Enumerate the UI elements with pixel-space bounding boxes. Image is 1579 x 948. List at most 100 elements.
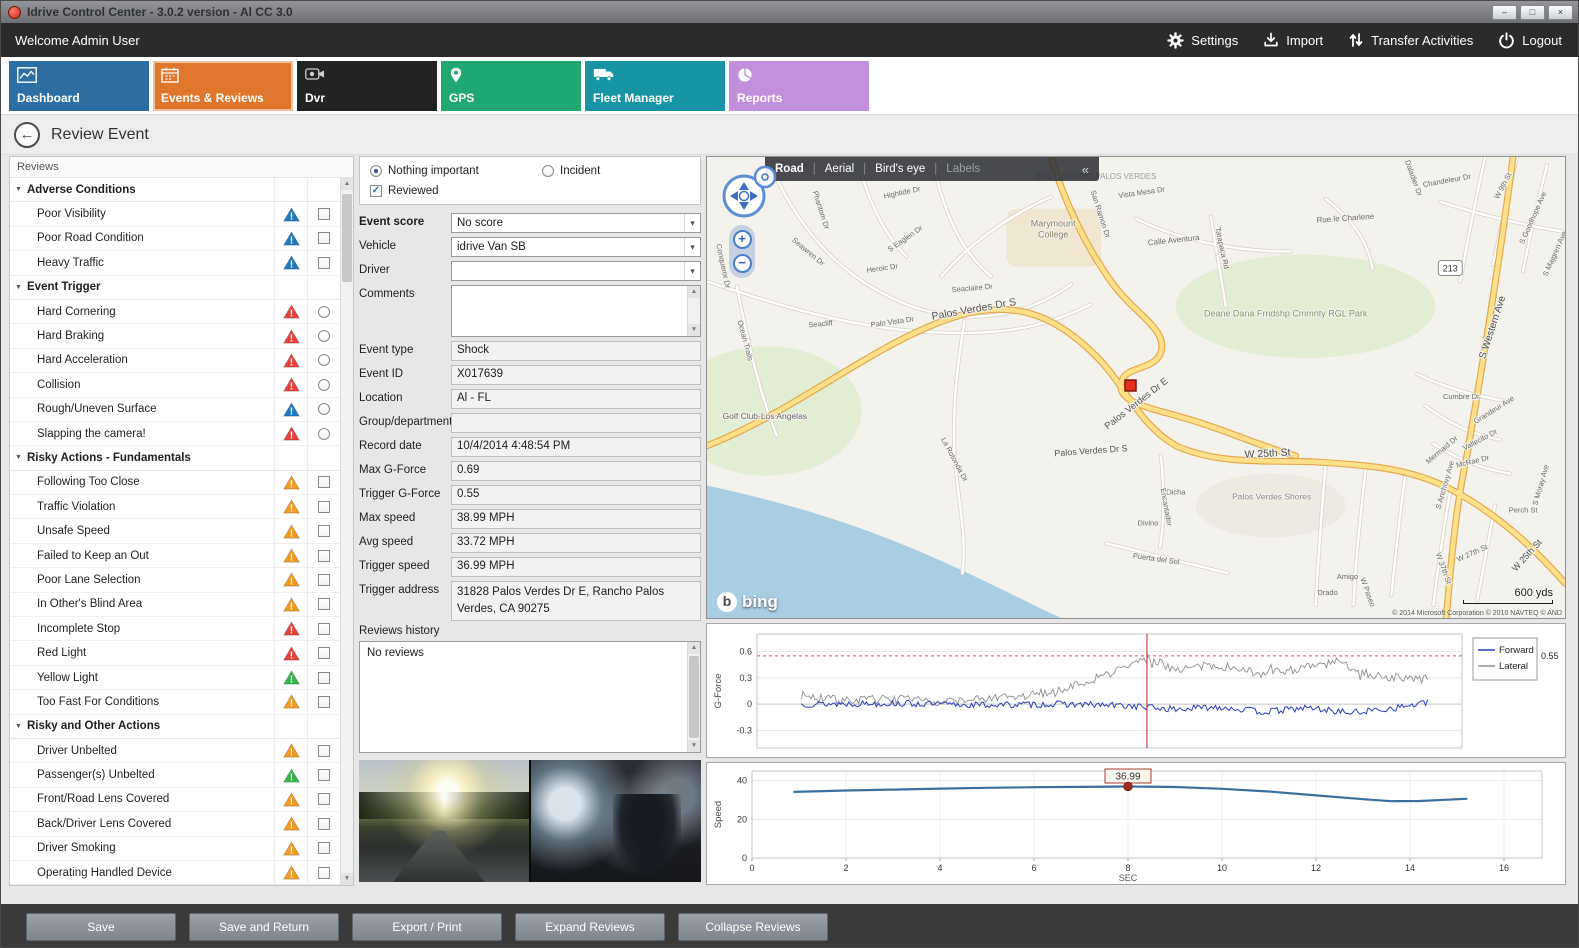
front-camera-thumbnail[interactable]: [359, 760, 529, 882]
header-action-settings[interactable]: Settings: [1167, 32, 1238, 49]
header-action-import[interactable]: Import: [1263, 32, 1323, 48]
scroll-thumb[interactable]: [342, 194, 352, 282]
review-checkbox[interactable]: [318, 257, 330, 269]
review-item-collision[interactable]: Collision!: [10, 373, 340, 397]
review-checkbox[interactable]: [318, 793, 330, 805]
review-item-hard-cornering[interactable]: Hard Cornering!: [10, 300, 340, 324]
review-checkbox[interactable]: [318, 745, 330, 757]
review-item-incomplete-stop[interactable]: Incomplete Stop!: [10, 617, 340, 641]
review-checkbox[interactable]: [318, 501, 330, 513]
review-checkbox[interactable]: [318, 647, 330, 659]
reviews-scrollbar[interactable]: ▲▼: [340, 178, 353, 885]
review-checkbox[interactable]: [318, 842, 330, 854]
field-group-department[interactable]: [451, 413, 701, 433]
review-item-too-fast-for-conditions[interactable]: Too Fast For Conditions!: [10, 690, 340, 714]
history-scrollbar[interactable]: ▲▼: [687, 642, 700, 752]
select-event-score[interactable]: No score▾: [451, 213, 701, 233]
field-avg-speed[interactable]: 33.72 MPH: [451, 533, 701, 553]
tab-fleet-manager[interactable]: Fleet Manager: [585, 61, 725, 111]
field-record-date[interactable]: 10/4/2014 4:48:54 PM: [451, 437, 701, 457]
field-location[interactable]: Al - FL: [451, 389, 701, 409]
scroll-down-button[interactable]: ▼: [688, 740, 700, 752]
review-item-hard-acceleration[interactable]: Hard Acceleration!: [10, 349, 340, 373]
map[interactable]: 213EAST RANCHO PALOS VERDESMarymountColl…: [706, 156, 1566, 619]
review-item-rough-uneven-surface[interactable]: Rough/Uneven Surface!: [10, 398, 340, 422]
field-trigger-speed[interactable]: 36.99 MPH: [451, 557, 701, 577]
zoom-in-button[interactable]: +: [733, 230, 752, 249]
scroll-thumb[interactable]: [689, 656, 699, 738]
comments-textarea[interactable]: ▲▼: [451, 285, 701, 337]
field-max-g-force[interactable]: 0.69: [451, 461, 701, 481]
review-item-front-road-lens-covered[interactable]: Front/Road Lens Covered!: [10, 788, 340, 812]
review-item-following-too-close[interactable]: Following Too Close!: [10, 471, 340, 495]
review-item-back-driver-lens-covered[interactable]: Back/Driver Lens Covered!: [10, 812, 340, 836]
review-group-adverse-conditions[interactable]: ▼Adverse Conditions: [10, 178, 340, 202]
review-checkbox[interactable]: [318, 623, 330, 635]
window-titlebar[interactable]: Idrive Control Center - 3.0.2 version - …: [1, 1, 1578, 23]
status-option-incident[interactable]: Incident: [542, 161, 600, 181]
review-item-passenger-s-unbelted[interactable]: Passenger(s) Unbelted!: [10, 763, 340, 787]
trigger-speed-marker[interactable]: [1124, 782, 1132, 790]
back-button[interactable]: ←: [14, 122, 40, 148]
event-location-marker[interactable]: [1125, 380, 1136, 391]
status-option-nothing-important[interactable]: Nothing important: [370, 161, 542, 181]
header-action-transfer-activities[interactable]: Transfer Activities: [1348, 32, 1473, 48]
review-group-risky-actions-fundamentals[interactable]: ▼Risky Actions - Fundamentals: [10, 446, 340, 470]
field-max-speed[interactable]: 38.99 MPH: [451, 509, 701, 529]
review-item-poor-lane-selection[interactable]: Poor Lane Selection!: [10, 568, 340, 592]
review-item-driver-smoking[interactable]: Driver Smoking!: [10, 837, 340, 861]
footer-button-save[interactable]: Save: [26, 913, 176, 941]
review-checkbox[interactable]: [318, 598, 330, 610]
scroll-up-button[interactable]: ▲: [688, 642, 700, 654]
review-checkbox[interactable]: [318, 550, 330, 562]
header-action-logout[interactable]: Logout: [1498, 32, 1562, 49]
review-item-heavy-traffic[interactable]: Heavy Traffic!: [10, 251, 340, 275]
review-item-in-other-s-blind-area[interactable]: In Other's Blind Area!: [10, 593, 340, 617]
review-group-event-trigger[interactable]: ▼Event Trigger: [10, 276, 340, 300]
cabin-camera-thumbnail[interactable]: [531, 760, 701, 882]
review-radio[interactable]: [318, 403, 330, 415]
checkbox-control[interactable]: ✓: [370, 185, 382, 197]
footer-button-collapse-reviews[interactable]: Collapse Reviews: [678, 913, 828, 941]
scroll-down-button[interactable]: ▼: [341, 873, 353, 885]
review-item-driver-unbelted[interactable]: Driver Unbelted!: [10, 739, 340, 763]
map-view-aerial[interactable]: Aerial: [825, 163, 854, 175]
tab-reports[interactable]: Reports: [729, 61, 869, 111]
field-trigger-g-force[interactable]: 0.55: [451, 485, 701, 505]
review-checkbox[interactable]: [318, 867, 330, 879]
review-checkbox[interactable]: [318, 525, 330, 537]
review-item-yellow-light[interactable]: Yellow Light!: [10, 666, 340, 690]
scroll-down-button[interactable]: ▼: [688, 324, 700, 336]
review-radio[interactable]: [318, 379, 330, 391]
review-item-poor-road-condition[interactable]: Poor Road Condition!: [10, 227, 340, 251]
bing-logo[interactable]: b bing: [717, 592, 778, 612]
field-event-id[interactable]: X017639: [451, 365, 701, 385]
zoom-out-button[interactable]: −: [733, 254, 752, 273]
collapse-caret-icon[interactable]: ▼: [10, 454, 27, 461]
review-checkbox[interactable]: [318, 769, 330, 781]
minimize-button[interactable]: –: [1492, 5, 1517, 20]
scroll-up-button[interactable]: ▲: [341, 178, 353, 190]
review-checkbox[interactable]: [318, 476, 330, 488]
radio-control[interactable]: [542, 165, 554, 177]
select-driver[interactable]: ▾: [451, 261, 701, 281]
review-radio[interactable]: [318, 306, 330, 318]
collapse-caret-icon[interactable]: ▼: [10, 186, 27, 193]
close-button[interactable]: ×: [1548, 5, 1573, 20]
field-trigger-address[interactable]: 31828 Palos Verdes Dr E, Rancho Palos Ve…: [451, 581, 701, 621]
review-checkbox[interactable]: [318, 232, 330, 244]
review-item-operating-handled-device[interactable]: Operating Handled Device!: [10, 861, 340, 885]
field-event-type[interactable]: Shock: [451, 341, 701, 361]
review-radio[interactable]: [318, 428, 330, 440]
maximize-button[interactable]: □: [1520, 5, 1545, 20]
tab-dashboard[interactable]: Dashboard: [9, 61, 149, 111]
review-checkbox[interactable]: [318, 672, 330, 684]
radio-control[interactable]: [370, 165, 382, 177]
scroll-up-button[interactable]: ▲: [688, 286, 700, 298]
review-radio[interactable]: [318, 330, 330, 342]
tab-dvr[interactable]: Dvr: [297, 61, 437, 111]
map-view-labels[interactable]: Labels: [946, 163, 980, 175]
footer-button-expand-reviews[interactable]: Expand Reviews: [515, 913, 665, 941]
review-checkbox[interactable]: [318, 696, 330, 708]
comments-scrollbar[interactable]: ▲▼: [687, 286, 700, 336]
